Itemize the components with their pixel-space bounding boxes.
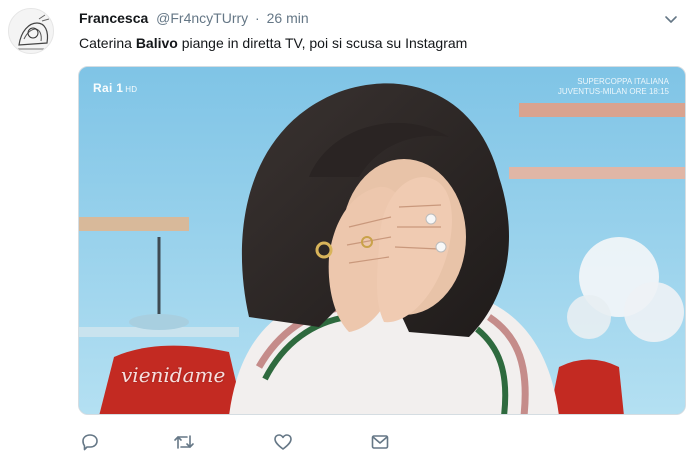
channel-logo-number: 1	[116, 81, 124, 95]
tweet-text-part: piange in diretta TV, poi si scusa su In…	[177, 35, 468, 51]
tweet-header: Francesca @Fr4ncyTUrry · 26 min	[79, 9, 309, 27]
ticker-line-2: JUVENTUS-MILAN ORE 18:15	[557, 87, 669, 96]
ticker-line-1: SUPERCOPPA ITALIANA	[577, 77, 669, 86]
channel-logo-name: Rai	[93, 81, 113, 95]
user-handle[interactable]: @Fr4ncyTUrry	[156, 10, 248, 26]
tv-ticker: SUPERCOPPA ITALIANA JUVENTUS-MILAN ORE 1…	[558, 77, 669, 97]
tweet-actions	[79, 431, 479, 453]
tweet-media-image[interactable]: Rai 1 HD SUPERCOPPA ITALIANA JUVENTUS-MIL…	[78, 66, 686, 415]
tweet[interactable]: Francesca @Fr4ncyTUrry · 26 min Caterina…	[0, 0, 700, 464]
envelope-icon[interactable]	[369, 431, 391, 453]
timestamp[interactable]: 26 min	[267, 10, 309, 26]
reply-icon[interactable]	[79, 431, 101, 453]
display-name[interactable]: Francesca	[79, 10, 148, 26]
channel-logo-hd: HD	[125, 85, 138, 94]
channel-logo: Rai 1 HD	[93, 81, 137, 95]
tweet-text-part: Caterina	[79, 35, 136, 51]
chevron-down-icon[interactable]	[664, 12, 678, 23]
avatar[interactable]	[8, 8, 54, 54]
show-logo: vienidame	[121, 363, 226, 387]
tweet-text: Caterina Balivo piange in diretta TV, po…	[79, 33, 467, 53]
heart-icon[interactable]	[272, 431, 294, 453]
retweet-icon[interactable]	[173, 431, 195, 453]
separator-dot: ·	[255, 10, 260, 26]
tweet-text-bold: Balivo	[135, 35, 178, 51]
